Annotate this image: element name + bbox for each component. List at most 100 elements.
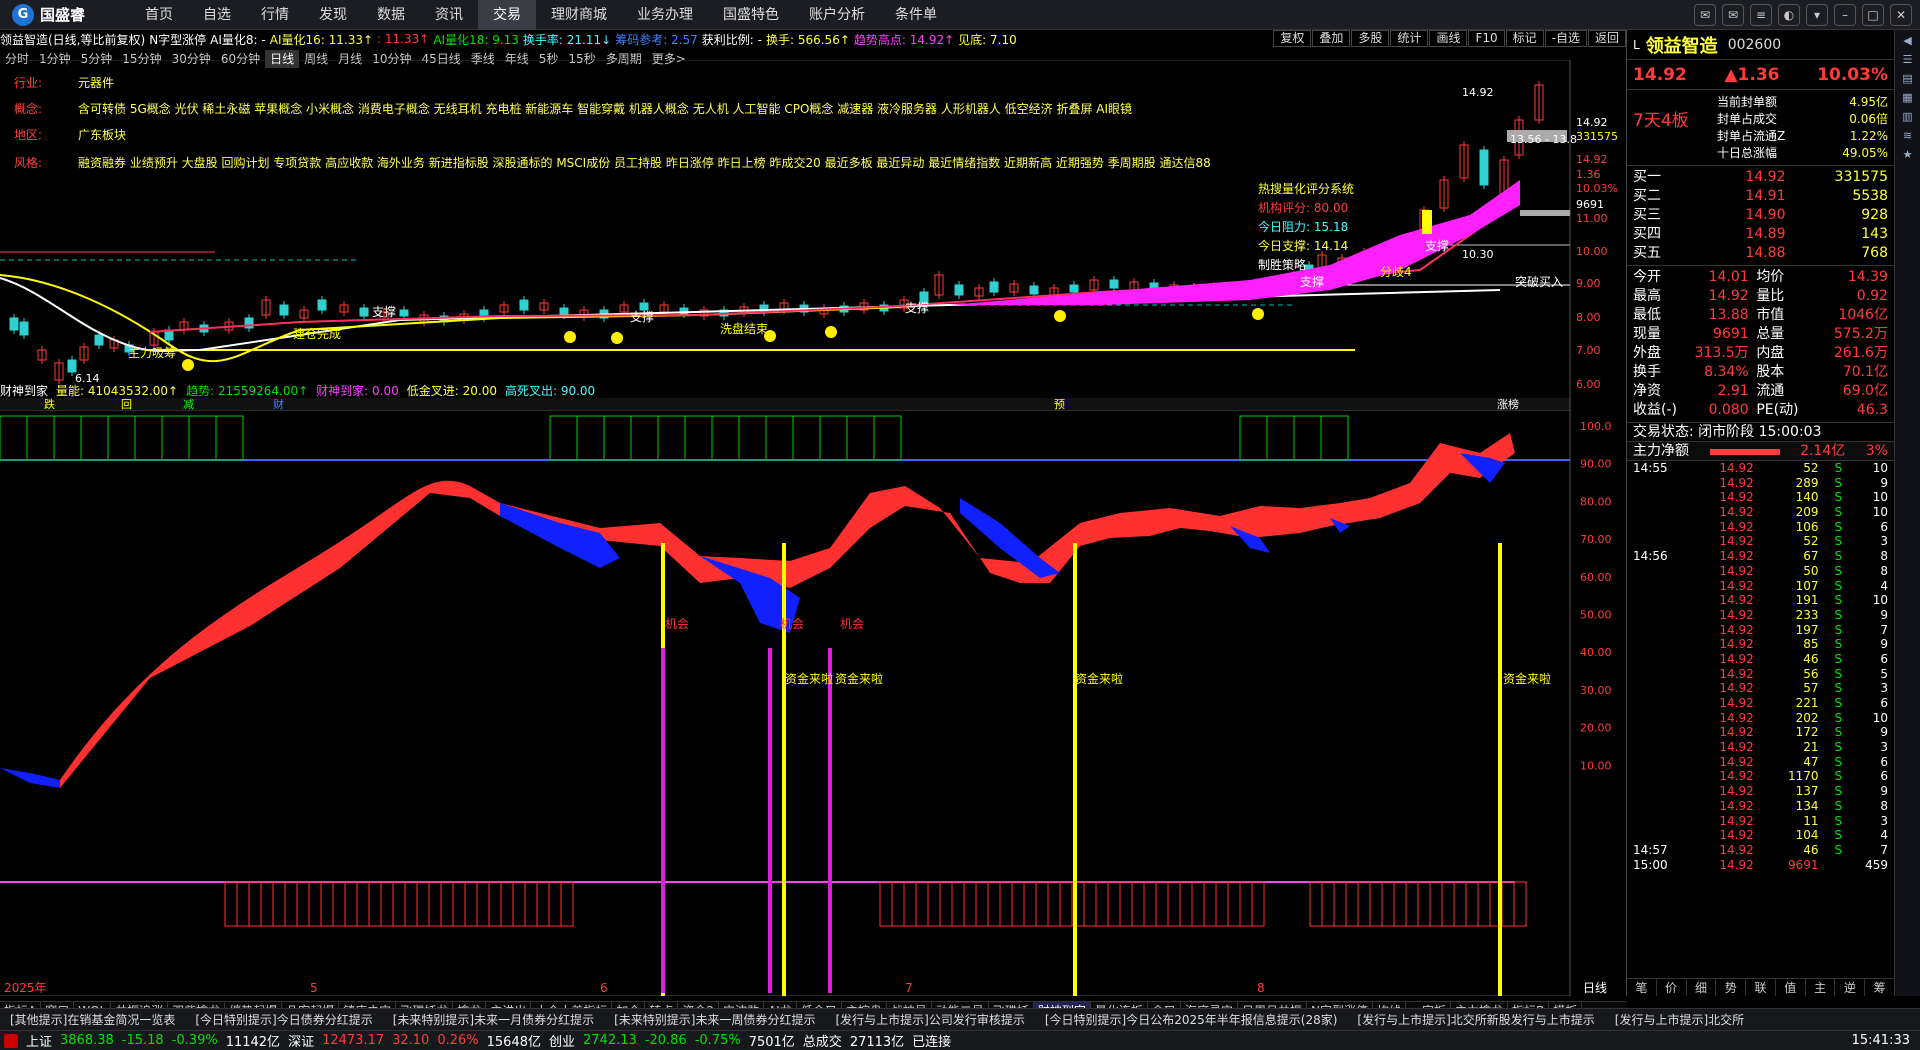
tick-row: 14.92 57 S 3 bbox=[1719, 681, 1888, 696]
news-item[interactable]: [发行与上市提示]北交所新股发行与上市提示 bbox=[1347, 1009, 1604, 1030]
news-item[interactable]: [发行与上市提示]公司发行审核提示 bbox=[826, 1009, 1035, 1030]
indicator-chart[interactable]: 机会 机会 机会资金来啦 资金来啦 资金来啦 资金来啦 100.090.0080.0070… bbox=[0, 398, 1626, 996]
tick-row: 14.92 137 S 9 bbox=[1719, 784, 1888, 799]
grid-icon[interactable]: ▦ bbox=[1902, 91, 1912, 104]
tool-button[interactable]: 画线 bbox=[1429, 30, 1468, 47]
tool-button[interactable]: 统计 bbox=[1390, 30, 1429, 47]
menu-item[interactable]: 数据 bbox=[362, 0, 420, 30]
menu-item[interactable]: 行情 bbox=[246, 0, 304, 30]
news-item[interactable]: [今日特别提示]今日公布2025年半年报信息提示(28家) bbox=[1035, 1009, 1348, 1030]
menu-item[interactable]: 条件单 bbox=[880, 0, 952, 30]
tool-button[interactable]: 返回 bbox=[1587, 30, 1626, 47]
close-icon[interactable]: ✕ bbox=[1890, 4, 1912, 26]
minimize-icon[interactable]: – bbox=[1834, 4, 1856, 26]
indicator-tick: 100.0 bbox=[1580, 420, 1612, 433]
smile-icon bbox=[1054, 310, 1066, 322]
tool-button[interactable]: -自选 bbox=[1544, 30, 1587, 47]
price-tick: 10.00 bbox=[1576, 245, 1608, 258]
indicator-tick: 80.00 bbox=[1580, 495, 1612, 508]
candle bbox=[639, 302, 649, 311]
menu-item[interactable]: 交易 bbox=[478, 0, 536, 30]
tool-button[interactable]: 标记 bbox=[1505, 30, 1544, 47]
signal-box bbox=[1251, 881, 1265, 927]
smile-icon bbox=[564, 331, 576, 343]
price-tick: 14.92 bbox=[1576, 116, 1608, 129]
date-tick: 8 bbox=[1257, 981, 1265, 995]
quote-tab[interactable]: 联 bbox=[1746, 979, 1776, 996]
ind-profit: 获利比例: - bbox=[701, 32, 762, 47]
bid-list: 买一 14.92 331575 买二 14.91 5538 买三 14.90 928 买四 14.8… bbox=[1627, 166, 1894, 266]
maximize-icon[interactable]: □ bbox=[1862, 4, 1884, 26]
theme-icon[interactable]: ◐ bbox=[1778, 4, 1800, 26]
quote-tab[interactable]: 逆 bbox=[1835, 979, 1866, 996]
menu-icon[interactable]: ≡ bbox=[1750, 4, 1772, 26]
star-icon[interactable]: ★ bbox=[1903, 148, 1913, 161]
signal-box bbox=[1293, 415, 1322, 461]
signal-box bbox=[1441, 881, 1455, 927]
menu-item[interactable]: 资讯 bbox=[420, 0, 478, 30]
signal-box bbox=[927, 881, 941, 927]
indicator-title-bar: 领益智造(日线,等比前复权) N字型涨停 AI量化8: - AI量化16: 11… bbox=[0, 30, 1626, 48]
shirt-icon[interactable]: ▾ bbox=[1806, 4, 1828, 26]
list-icon[interactable]: ☰ bbox=[1903, 53, 1913, 66]
tool-button[interactable]: 复权 bbox=[1273, 30, 1312, 47]
label-support-5: 支撑 bbox=[1425, 238, 1449, 253]
tick-row: 14.92 46 S 6 bbox=[1719, 651, 1888, 666]
magenta-signal-bar bbox=[828, 648, 832, 993]
menu-item[interactable]: 自选 bbox=[188, 0, 246, 30]
bid-row: 买五 14.88 768 bbox=[1633, 245, 1888, 261]
news-item[interactable]: [今日特别提示]今日债券分红提示 bbox=[185, 1009, 382, 1030]
ind-turnover: 换手率: 21.11↓ bbox=[522, 32, 612, 47]
quote-tab[interactable]: 值 bbox=[1776, 979, 1806, 996]
quote-tab[interactable]: 细 bbox=[1687, 979, 1717, 996]
tool-button[interactable]: 叠加 bbox=[1312, 30, 1351, 47]
quote-tab[interactable]: 价 bbox=[1657, 979, 1687, 996]
quote-tab[interactable]: 势 bbox=[1716, 979, 1747, 996]
app-logo: G 国盛睿 bbox=[0, 3, 130, 26]
quote-tab[interactable]: 笔 bbox=[1627, 979, 1657, 996]
signal-box bbox=[1047, 881, 1061, 927]
high-label: 14.92 bbox=[1462, 86, 1494, 99]
tool-button[interactable]: 多股 bbox=[1351, 30, 1390, 47]
main-menu: 首页 自选 行情 发现 数据 资讯 交易 理财商城 业务办理 国盛特色 账户分析 条件单 bbox=[130, 0, 952, 30]
menu-item[interactable]: 国盛特色 bbox=[708, 0, 794, 30]
tick-row: 14.92 85 S 9 bbox=[1719, 637, 1888, 652]
news-item[interactable]: [其他提示]在销基金简况一览表 bbox=[0, 1009, 185, 1030]
signal-box bbox=[765, 415, 794, 461]
indicator-tick: 40.00 bbox=[1580, 646, 1612, 659]
signal-box bbox=[987, 881, 1001, 927]
menu-item[interactable]: 账户分析 bbox=[794, 0, 880, 30]
menu-item[interactable]: 发现 bbox=[304, 0, 362, 30]
price-tick: 6.00 bbox=[1576, 378, 1601, 391]
signal-box bbox=[332, 881, 346, 927]
menu-item[interactable]: 首页 bbox=[130, 0, 188, 30]
bar-icon[interactable]: ▥ bbox=[1902, 110, 1912, 123]
tool-button[interactable]: F10 bbox=[1468, 30, 1505, 47]
news-item[interactable]: [发行与上市提示]北交所 bbox=[1605, 1009, 1754, 1030]
flow-icon[interactable]: ≋ bbox=[1903, 129, 1912, 142]
signal-box bbox=[1131, 881, 1145, 927]
signal-box bbox=[356, 881, 370, 927]
indicator-tick: 50.00 bbox=[1580, 609, 1612, 622]
signal-box bbox=[1119, 881, 1133, 927]
news-item[interactable]: [未来特别提示]未来一周债券分红提示 bbox=[604, 1009, 825, 1030]
arrow-left-icon[interactable]: ◀ bbox=[1903, 34, 1911, 47]
magenta-signal-bar bbox=[661, 648, 665, 993]
signal-box bbox=[308, 881, 322, 927]
signal-box bbox=[738, 415, 767, 461]
candle bbox=[9, 317, 19, 331]
mail-icon[interactable]: ✉ bbox=[1722, 4, 1744, 26]
chart-icon[interactable]: ▤ bbox=[1902, 72, 1912, 85]
menu-item[interactable]: 理财商城 bbox=[536, 0, 622, 30]
chat-icon[interactable]: ✉ bbox=[1694, 4, 1716, 26]
quote-tab[interactable]: 主 bbox=[1806, 979, 1836, 996]
menu-item[interactable]: 业务办理 bbox=[622, 0, 708, 30]
signal-box bbox=[1023, 881, 1037, 927]
date-tick: 5 bbox=[310, 981, 318, 995]
ind-ai18: AI量化18: 9.13 bbox=[433, 32, 519, 47]
signal-box bbox=[26, 415, 55, 461]
band-blue bbox=[500, 503, 620, 568]
quote-tab[interactable]: 筹 bbox=[1865, 979, 1896, 996]
signal-box bbox=[1155, 881, 1169, 927]
news-item[interactable]: [未来特别提示]未来一月债券分红提示 bbox=[383, 1009, 604, 1030]
